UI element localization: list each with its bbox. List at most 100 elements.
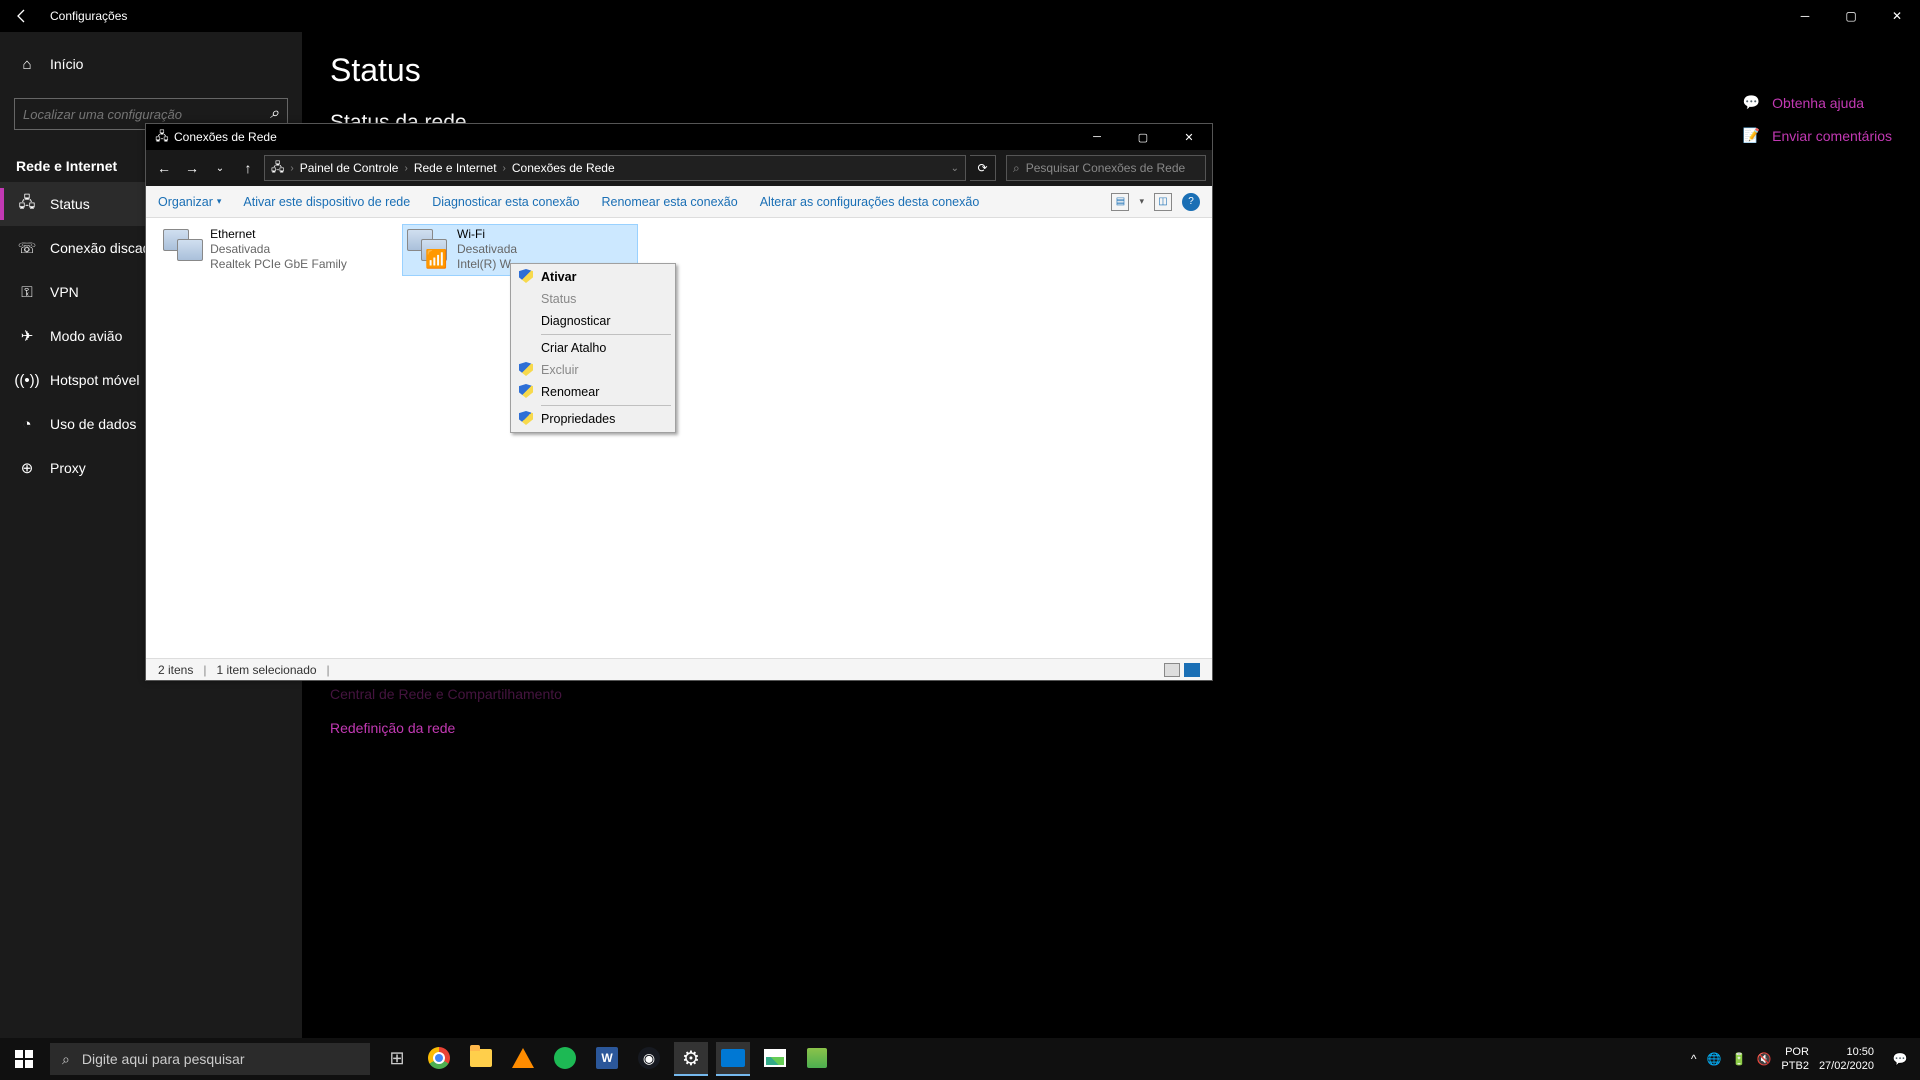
nav-label: Conexão discada bbox=[50, 240, 158, 256]
nav-up-button[interactable]: ↑ bbox=[236, 156, 260, 180]
context-label: Ativar bbox=[541, 270, 576, 284]
chevron-down-icon[interactable]: ⌄ bbox=[951, 163, 959, 174]
tiles-view-button[interactable] bbox=[1184, 663, 1200, 677]
nav-label: Modo avião bbox=[50, 328, 122, 344]
feedback-icon: 📝 bbox=[1743, 127, 1760, 144]
lang-line2: PTB2 bbox=[1781, 1059, 1809, 1073]
help-button[interactable]: ? bbox=[1182, 193, 1200, 211]
separator bbox=[541, 405, 671, 406]
taskbar-search[interactable]: ⌕ Digite aqui para pesquisar bbox=[50, 1043, 370, 1075]
maximize-button[interactable]: ▢ bbox=[1828, 0, 1874, 32]
start-button[interactable] bbox=[0, 1038, 48, 1080]
task-view-button[interactable]: ⊞ bbox=[380, 1042, 414, 1076]
action-center-button[interactable]: 💬 bbox=[1884, 1038, 1916, 1080]
context-diagnose[interactable]: Diagnosticar bbox=[513, 310, 673, 332]
feedback-link[interactable]: 📝 Enviar comentários bbox=[1743, 127, 1892, 144]
taskbar: ⌕ Digite aqui para pesquisar ⊞ W ◉ ⚙ ^ 🌐… bbox=[0, 1038, 1920, 1080]
context-label: Status bbox=[541, 292, 576, 306]
crumb[interactable]: Rede e Internet bbox=[414, 161, 497, 175]
nav-back-button[interactable]: ← bbox=[152, 156, 176, 180]
explorer-close-button[interactable]: ✕ bbox=[1166, 124, 1212, 150]
view-button[interactable]: ▤ bbox=[1111, 193, 1129, 211]
explorer-maximize-button[interactable]: ▢ bbox=[1120, 124, 1166, 150]
taskbar-mail[interactable] bbox=[716, 1042, 750, 1076]
taskbar-chrome[interactable] bbox=[422, 1042, 456, 1076]
explorer-titlebar[interactable]: 🖧 Conexões de Rede ─ ▢ ✕ bbox=[146, 124, 1212, 150]
tray-volume-icon[interactable]: 🔇 bbox=[1756, 1052, 1771, 1066]
explorer-window: 🖧 Conexões de Rede ─ ▢ ✕ ← → ⌄ ↑ 🖧 › Pai… bbox=[145, 123, 1213, 681]
toolbar-organize[interactable]: Organizar ▾ bbox=[158, 195, 221, 209]
context-properties[interactable]: Propriedades bbox=[513, 408, 673, 430]
preview-pane-button[interactable]: ◫ bbox=[1154, 193, 1172, 211]
crumb[interactable]: Conexões de Rede bbox=[512, 161, 615, 175]
link-network-reset[interactable]: Redefinição da rede bbox=[330, 720, 562, 736]
proxy-icon: ⊕ bbox=[18, 459, 36, 477]
toolbar-label: Organizar bbox=[158, 195, 213, 209]
lang-line1: POR bbox=[1785, 1045, 1809, 1059]
explorer-content[interactable]: Ethernet Desativada Realtek PCIe GbE Fam… bbox=[146, 218, 1212, 658]
context-create-shortcut[interactable]: Criar Atalho bbox=[513, 337, 673, 359]
explorer-nav: ← → ⌄ ↑ 🖧 › Painel de Controle › Rede e … bbox=[146, 150, 1212, 186]
link-sharing-center[interactable]: Central de Rede e Compartilhamento bbox=[330, 686, 562, 702]
clock-time: 10:50 bbox=[1846, 1045, 1874, 1059]
close-button[interactable]: ✕ bbox=[1874, 0, 1920, 32]
airplane-icon: ✈ bbox=[18, 327, 36, 345]
minimize-button[interactable]: ─ bbox=[1782, 0, 1828, 32]
taskbar-explorer[interactable] bbox=[464, 1042, 498, 1076]
network-connections-icon: 🖧 bbox=[150, 124, 174, 150]
taskbar-photos[interactable] bbox=[758, 1042, 792, 1076]
context-label: Criar Atalho bbox=[541, 341, 606, 355]
status-icon: 🖧 bbox=[18, 195, 36, 213]
context-label: Renomear bbox=[541, 385, 599, 399]
tray-battery-icon[interactable]: 🔋 bbox=[1732, 1052, 1747, 1066]
explorer-search[interactable]: ⌕ Pesquisar Conexões de Rede bbox=[1006, 155, 1206, 181]
taskbar-steam[interactable]: ◉ bbox=[632, 1042, 666, 1076]
adapter-name: Ethernet bbox=[210, 227, 389, 242]
toolbar-diagnose[interactable]: Diagnosticar esta conexão bbox=[432, 195, 579, 209]
search-icon: ⌕ bbox=[62, 1051, 70, 1068]
taskbar-app[interactable] bbox=[800, 1042, 834, 1076]
home-nav[interactable]: ⌂ Início bbox=[0, 42, 302, 86]
tray-network-icon[interactable]: 🌐 bbox=[1707, 1052, 1722, 1066]
settings-search-input[interactable] bbox=[23, 107, 270, 122]
tray-chevron-icon[interactable]: ^ bbox=[1691, 1052, 1697, 1066]
taskbar-search-placeholder: Digite aqui para pesquisar bbox=[82, 1051, 245, 1067]
tray-clock[interactable]: 10:50 27/02/2020 bbox=[1819, 1045, 1874, 1073]
back-button[interactable] bbox=[0, 0, 44, 32]
status-selected-count: 1 item selecionado bbox=[216, 663, 316, 677]
settings-titlebar: Configurações ─ ▢ ✕ bbox=[0, 0, 1920, 32]
context-activate[interactable]: Ativar bbox=[513, 266, 673, 288]
adapter-status: Desativada bbox=[457, 242, 520, 257]
clock-date: 27/02/2020 bbox=[1819, 1059, 1874, 1073]
vpn-icon: ⚿ bbox=[18, 283, 36, 301]
explorer-search-placeholder: Pesquisar Conexões de Rede bbox=[1026, 161, 1185, 175]
breadcrumb[interactable]: 🖧 › Painel de Controle › Rede e Internet… bbox=[264, 155, 966, 181]
network-adapter-ethernet[interactable]: Ethernet Desativada Realtek PCIe GbE Fam… bbox=[158, 224, 394, 276]
settings-title: Configurações bbox=[50, 9, 127, 23]
help-label: Obtenha ajuda bbox=[1772, 95, 1864, 111]
toolbar-rename[interactable]: Renomear esta conexão bbox=[602, 195, 738, 209]
chevron-down-icon: ▾ bbox=[217, 196, 222, 207]
context-menu: Ativar Status Diagnosticar Criar Atalho … bbox=[510, 263, 676, 433]
explorer-minimize-button[interactable]: ─ bbox=[1074, 124, 1120, 150]
details-view-button[interactable] bbox=[1164, 663, 1180, 677]
hotspot-icon: ((•)) bbox=[18, 371, 36, 389]
context-rename[interactable]: Renomear bbox=[513, 381, 673, 403]
context-delete: Excluir bbox=[513, 359, 673, 381]
help-link[interactable]: 💬 Obtenha ajuda bbox=[1743, 94, 1892, 111]
taskbar-vlc[interactable] bbox=[506, 1042, 540, 1076]
taskbar-spotify[interactable] bbox=[548, 1042, 582, 1076]
refresh-button[interactable]: ⟳ bbox=[970, 155, 996, 181]
taskbar-word[interactable]: W bbox=[590, 1042, 624, 1076]
toolbar-enable-device[interactable]: Ativar este dispositivo de rede bbox=[243, 195, 410, 209]
crumb[interactable]: Painel de Controle bbox=[300, 161, 399, 175]
nav-recent-button[interactable]: ⌄ bbox=[208, 156, 232, 180]
chevron-down-icon[interactable]: ▾ bbox=[1139, 196, 1144, 207]
tray-language[interactable]: POR PTB2 bbox=[1781, 1045, 1809, 1073]
shield-icon bbox=[519, 269, 533, 283]
adapter-device: Realtek PCIe GbE Family Controller bbox=[210, 257, 389, 273]
search-icon: ⌕ bbox=[270, 105, 279, 123]
taskbar-settings[interactable]: ⚙ bbox=[674, 1042, 708, 1076]
toolbar-change-settings[interactable]: Alterar as configurações desta conexão bbox=[760, 195, 980, 209]
nav-forward-button[interactable]: → bbox=[180, 156, 204, 180]
